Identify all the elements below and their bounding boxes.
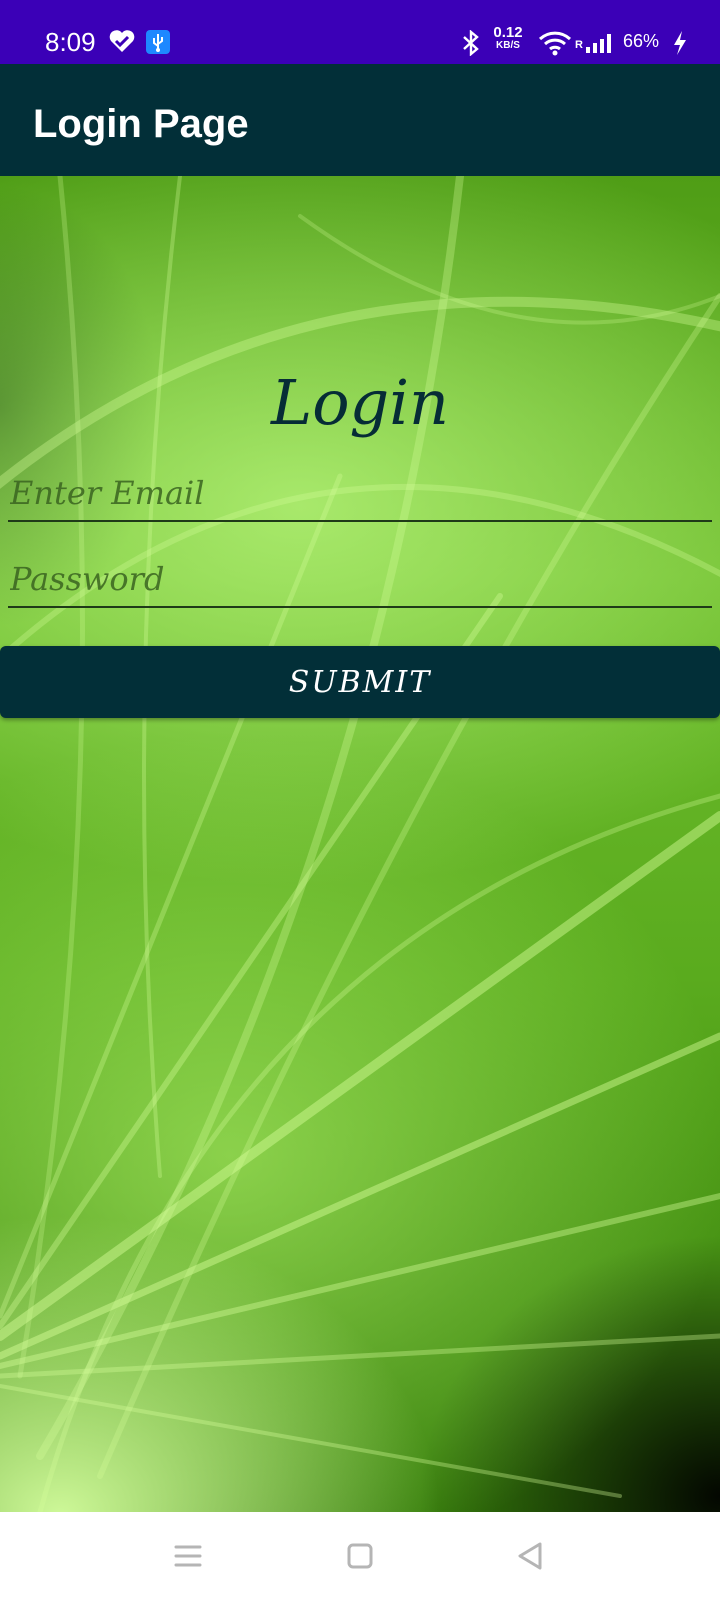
battery-charging-icon [674, 31, 686, 55]
submit-button[interactable]: SUBMIT [0, 646, 720, 718]
signal-icon [586, 34, 611, 53]
heart-check-icon [109, 30, 135, 52]
password-field[interactable] [8, 558, 712, 608]
bluetooth-icon [463, 30, 479, 56]
wifi-icon [538, 31, 572, 56]
status-bar: 8:09 0.12 KB/S R 66% [0, 0, 720, 64]
home-square-icon[interactable] [338, 1534, 382, 1578]
app-bar: Login Page [0, 64, 720, 176]
usb-icon [146, 30, 170, 54]
back-triangle-icon[interactable] [508, 1534, 552, 1578]
network-speed: 0.12 KB/S [488, 24, 528, 52]
battery-percent: 66% [623, 31, 660, 51]
login-heading: Login [271, 366, 449, 439]
status-time: 8:09 [45, 27, 96, 57]
network-speed-value: 0.12 [493, 24, 523, 41]
status-left-icons [109, 30, 170, 54]
login-screen: Login SUBMIT [0, 176, 720, 1512]
navigation-bar [0, 1512, 720, 1600]
signal-roaming-label: R [575, 39, 583, 51]
menu-icon[interactable] [166, 1534, 210, 1578]
page-title: Login Page [33, 102, 249, 146]
status-right: 0.12 KB/S R 66% [460, 24, 720, 60]
email-field[interactable] [8, 472, 712, 522]
